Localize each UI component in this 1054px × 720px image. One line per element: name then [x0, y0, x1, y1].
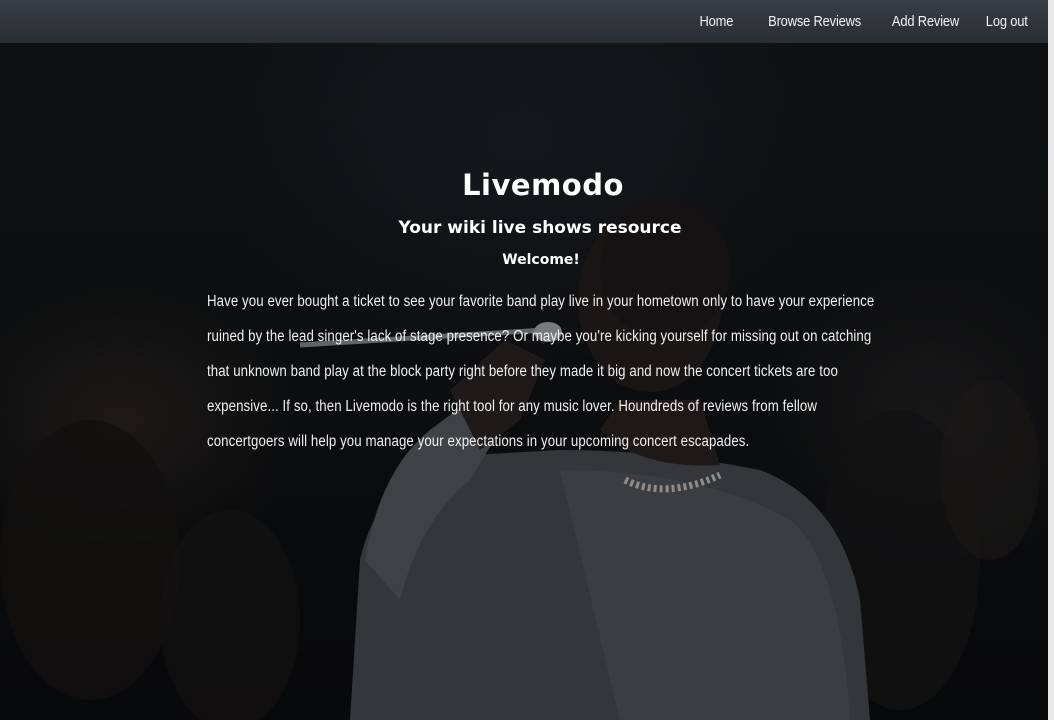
nav-log-out-link[interactable]: Log out: [986, 13, 1028, 30]
scrollbar-gutter: [1048, 0, 1054, 720]
hero-content: Livemodo Your wiki live shows resource W…: [207, 164, 897, 459]
nav-browse-reviews-link[interactable]: Browse Reviews: [768, 13, 861, 30]
nav-add-review-link[interactable]: Add Review: [892, 13, 959, 30]
top-navbar: Home Browse Reviews Add Review Log out: [0, 0, 1048, 43]
site-title: Livemodo: [462, 168, 624, 202]
intro-paragraph: Have you ever bought a ticket to see you…: [207, 293, 875, 450]
nav-home-link[interactable]: Home: [699, 13, 733, 30]
welcome-heading: Welcome!: [502, 252, 580, 268]
site-tagline: Your wiki live shows resource: [398, 218, 682, 238]
